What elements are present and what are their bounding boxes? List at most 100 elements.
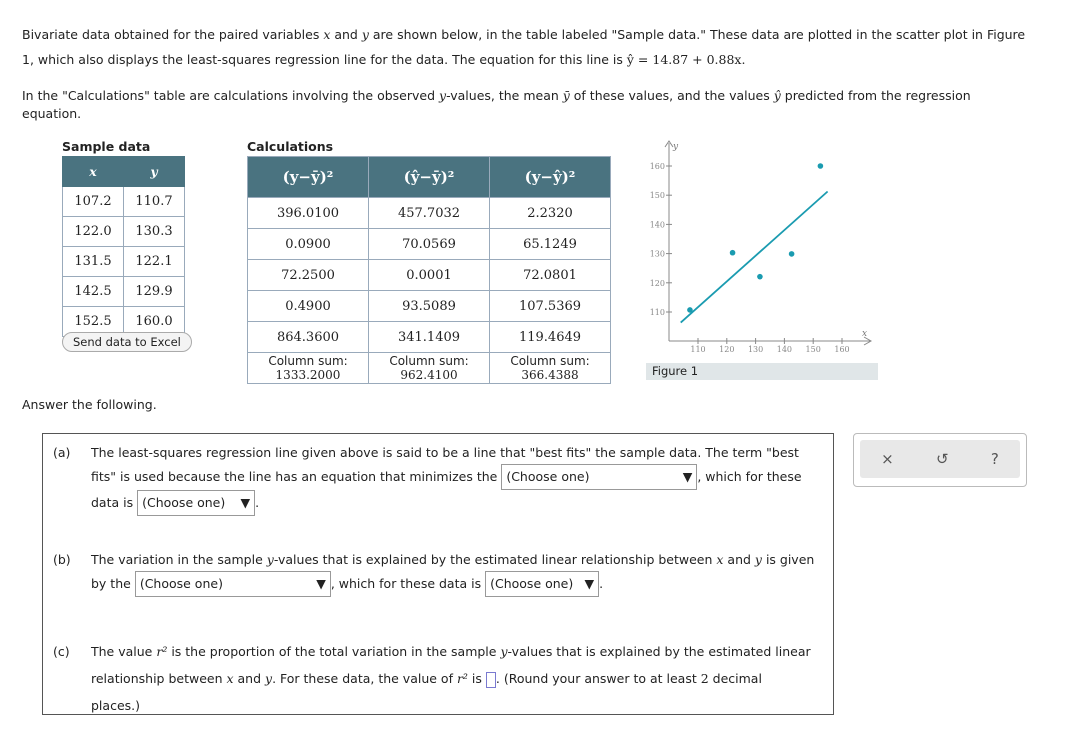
cell: 864.3600: [247, 321, 369, 353]
text: relationship between: [91, 671, 227, 686]
sum-label: Column sum:: [510, 354, 590, 368]
dropdown-arrow-icon: ▼: [584, 576, 595, 591]
table-row: 396.0100 457.7032 2.2320: [247, 197, 611, 229]
cell: 107.2: [62, 186, 124, 217]
cell: 119.4649: [489, 321, 611, 353]
questions-box: (a) The least-squares regression line gi…: [42, 433, 834, 715]
cell: 122.1: [123, 246, 185, 277]
var-r-squared: r²: [456, 671, 468, 686]
y-tick-label: 150: [650, 191, 665, 200]
dropdown-value: (Choose one): [490, 576, 574, 591]
data-point: [729, 249, 736, 256]
question-label: (c): [53, 644, 70, 659]
data-point: [788, 251, 795, 257]
var-y: y: [266, 552, 274, 567]
answer-prompt: Answer the following.: [22, 397, 157, 412]
cell: 107.5369: [489, 290, 611, 322]
text: The least-squares regression line given …: [91, 445, 799, 460]
cell: 142.5: [62, 276, 124, 307]
text: and: [723, 552, 755, 567]
dropdown-arrow-icon: ▼: [316, 576, 326, 591]
undo-icon[interactable]: ↺: [936, 450, 949, 468]
x-axis-label: x: [862, 329, 867, 339]
text: decimal: [708, 671, 762, 686]
text: -values, the mean: [446, 88, 563, 103]
x-tick-label: 140: [777, 345, 792, 354]
regression-line: [680, 190, 829, 324]
y-axis-label: y: [672, 142, 679, 152]
text: The variation in the sample: [91, 552, 267, 567]
figure-caption: Figure 1: [646, 363, 878, 380]
table-row: 131.5 122.1: [62, 246, 185, 277]
y-tick-label: 160: [650, 162, 665, 171]
send-to-excel-button[interactable]: Send data to Excel: [62, 332, 192, 352]
y-tick-label: 140: [650, 220, 665, 229]
sum-row: Column sum: 1333.2000 Column sum: 962.4100…: [247, 352, 611, 384]
table-row: 122.0 130.3: [62, 216, 185, 247]
text: is: [467, 671, 486, 686]
text: In the "Calculations" table are calculat…: [22, 88, 439, 103]
dropdown-arrow-icon: ▼: [682, 469, 693, 484]
data-point: [757, 273, 763, 280]
cell: 131.5: [62, 246, 124, 277]
header: (ŷ−ȳ)²: [368, 156, 490, 198]
calculations-table: (y−ȳ)² (ŷ−ȳ)² (y−ŷ)² 396.0100 457.7032 2.232…: [247, 156, 611, 384]
sum-cell: Column sum: 962.4100: [368, 352, 490, 384]
text: and: [330, 27, 362, 42]
table-row: 0.4900 93.5089 107.5369: [247, 290, 611, 322]
cell: 396.0100: [247, 197, 369, 229]
dropdown-a2[interactable]: (Choose one) ▼: [137, 490, 256, 516]
cell: 70.0569: [368, 228, 490, 260]
text: of these values, and the values: [569, 88, 774, 103]
table-row: 864.3600 341.1409 119.4649: [247, 321, 611, 353]
cell: 65.1249: [489, 228, 611, 260]
text: -values that is explained by the estimat…: [507, 644, 811, 659]
cell: 2.2320: [489, 197, 611, 229]
cell: 129.9: [123, 276, 185, 307]
sum-value: 1333.2000: [275, 368, 341, 382]
var-yhat: ŷ: [773, 88, 781, 103]
cell: 0.0001: [368, 259, 490, 291]
text: and: [233, 671, 266, 686]
var-x: x: [226, 671, 234, 686]
sum-value: 366.4388: [521, 368, 579, 382]
y-tick-label: 110: [650, 308, 665, 317]
intro-paragraph-1: Bivariate data obtained for the paired v…: [22, 22, 1052, 72]
var-y: y: [361, 27, 369, 42]
help-icon[interactable]: ?: [991, 450, 999, 468]
sum-cell: Column sum: 1333.2000: [247, 352, 369, 384]
text: by the: [91, 576, 131, 591]
close-icon[interactable]: ×: [881, 450, 894, 468]
cell: 110.7: [123, 186, 185, 217]
question-label: (a): [53, 445, 71, 460]
x-tick-label: 120: [719, 345, 734, 354]
dropdown-value: (Choose one): [139, 576, 223, 591]
y-tick-label: 130: [650, 250, 665, 259]
y-tick-label: 120: [650, 279, 665, 288]
x-tick-label: 150: [806, 345, 821, 354]
text: Bivariate data obtained for the paired v…: [22, 27, 324, 42]
text: , which for these: [697, 469, 802, 484]
var-r-squared: r²: [156, 644, 168, 659]
question-label: (b): [53, 552, 71, 567]
dropdown-b1[interactable]: (Choose one) ▼: [134, 571, 331, 597]
text: places.): [91, 698, 140, 713]
dropdown-b2[interactable]: (Choose one) ▼: [485, 571, 600, 597]
data-point: [687, 307, 693, 313]
dropdown-a1[interactable]: (Choose one) ▼: [501, 464, 698, 490]
header-y: y: [123, 156, 185, 187]
text: . For these data, the value of: [272, 671, 457, 686]
var-y: y: [439, 88, 447, 103]
dropdown-arrow-icon: ▼: [240, 495, 251, 510]
var-y: y: [754, 552, 762, 567]
calculations-title: Calculations: [247, 139, 334, 154]
header: (y−ŷ)²: [489, 156, 611, 198]
text: 2: [700, 671, 709, 686]
text: are shown below, in the table labeled "S…: [368, 27, 1026, 42]
r-squared-input[interactable]: [485, 671, 496, 688]
header: (y−ȳ)²: [247, 156, 369, 198]
dropdown-value: (Choose one): [506, 469, 590, 484]
regression-equation: ŷ = 14.87 + 0.88x.: [626, 52, 746, 67]
text: -values that is explained by the estimat…: [273, 552, 717, 567]
table-row: 142.5 129.9: [62, 276, 185, 307]
